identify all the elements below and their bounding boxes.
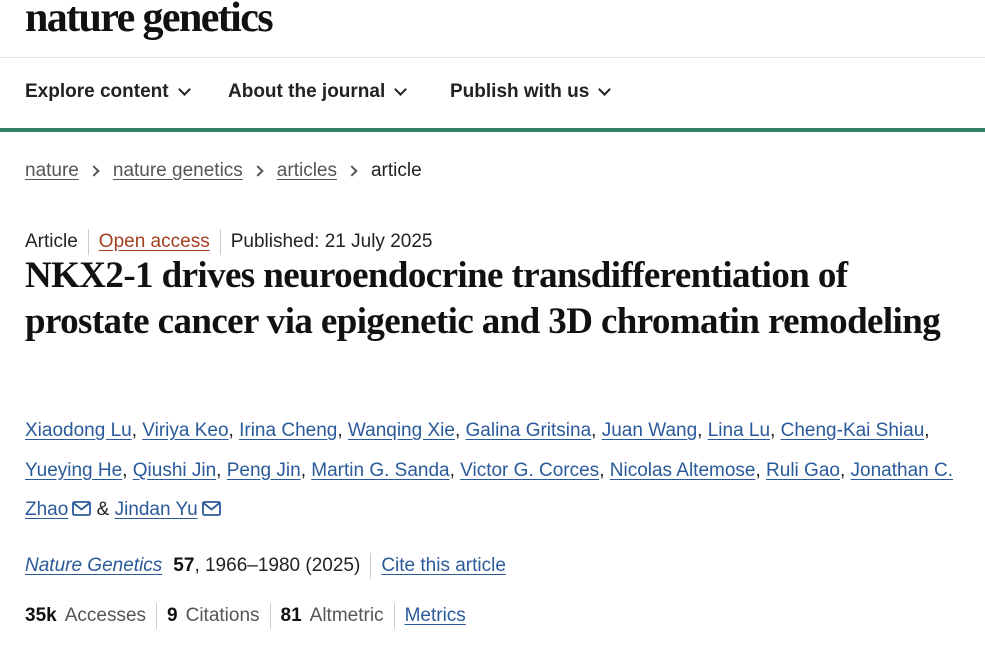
author-separator: ,	[449, 459, 455, 481]
author-link[interactable]: Victor G. Corces	[460, 460, 599, 481]
chevron-down-icon	[394, 82, 408, 96]
chevron-right-icon	[252, 165, 264, 177]
mail-icon[interactable]	[201, 491, 221, 531]
divider	[393, 603, 395, 629]
nav-label: Explore content	[25, 81, 169, 102]
author-list: Xiaodong Lu, Viriya Keo, Irina Cheng, Wa…	[25, 411, 975, 531]
divider	[219, 229, 221, 255]
metrics-row: 35k Accesses 9 Citations 81 Altmetric Me…	[25, 603, 466, 629]
article-meta: Article Open access Published: 21 July 2…	[25, 229, 432, 255]
author-separator: ,	[216, 459, 222, 481]
chevron-down-icon	[177, 82, 191, 96]
altmetric-value: 81	[280, 605, 302, 626]
author-separator: ,	[770, 420, 776, 441]
author-link[interactable]: Viriya Keo	[142, 420, 228, 441]
chevron-right-icon	[88, 165, 100, 177]
breadcrumb-articles[interactable]: articles	[277, 160, 337, 182]
author-separator: ,	[924, 420, 930, 441]
nav-explore-content[interactable]: Explore content	[25, 81, 191, 103]
author-link[interactable]: Juan Wang	[602, 420, 697, 441]
author-link[interactable]: Qiushi Jin	[133, 460, 216, 481]
breadcrumb-nature[interactable]: nature	[25, 160, 79, 182]
author-separator: ,	[755, 459, 761, 481]
cite-article-link[interactable]: Cite this article	[381, 555, 506, 577]
divider	[370, 553, 372, 579]
author-link[interactable]: Yueying He	[25, 460, 122, 481]
breadcrumb-current: article	[370, 160, 422, 181]
author-link[interactable]: Cheng-Kai Shiau	[781, 420, 925, 441]
pages-year: , 1966–1980 (2025)	[194, 555, 361, 576]
article-type: Article	[25, 231, 78, 252]
volume: 57	[173, 555, 195, 576]
divider	[269, 603, 271, 629]
article-title: NKX2-1 drives neuroendocrine transdiffer…	[25, 255, 941, 342]
author-link[interactable]: Lina Lu	[708, 420, 770, 441]
author-link[interactable]: Wanqing Xie	[348, 420, 455, 441]
nav-label: Publish with us	[450, 81, 590, 102]
nav-publish-with-us[interactable]: Publish with us	[450, 81, 612, 103]
site-header: nature genetics	[0, 0, 985, 58]
author-separator: ,	[454, 420, 461, 441]
nav-about-journal[interactable]: About the journal	[228, 81, 408, 103]
author-link[interactable]: Jindan Yu	[115, 499, 198, 520]
journal-logo[interactable]: nature genetics	[25, 0, 274, 42]
author-link[interactable]: Nicolas Altemose	[610, 460, 756, 481]
accesses-value: 35k	[25, 605, 57, 626]
author-link[interactable]: Martin G. Sanda	[311, 460, 449, 481]
author-separator: ,	[337, 420, 343, 441]
author-link[interactable]: Ruli Gao	[766, 460, 840, 481]
published-date: Published: 21 July 2025	[230, 231, 433, 252]
journal-link[interactable]: Nature Genetics	[25, 555, 162, 577]
breadcrumb-nature-genetics[interactable]: nature genetics	[113, 160, 243, 182]
chevron-right-icon	[346, 165, 358, 177]
breadcrumb: nature nature genetics articles article	[25, 160, 422, 182]
accesses-label: Accesses	[64, 605, 147, 626]
nav-label: About the journal	[228, 81, 386, 102]
divider	[156, 603, 158, 629]
author-link[interactable]: Xiaodong Lu	[25, 420, 132, 441]
author-separator: ,	[131, 420, 137, 441]
metrics-link[interactable]: Metrics	[405, 605, 466, 627]
nav-accent-bar	[0, 128, 985, 132]
author-link[interactable]: Peng Jin	[227, 460, 301, 481]
open-access-link[interactable]: Open access	[99, 231, 210, 253]
author-separator: ,	[591, 420, 597, 441]
author-separator: ,	[122, 459, 128, 481]
divider	[87, 229, 89, 255]
main-nav: Explore content About the journal Publis…	[0, 58, 985, 128]
author-separator: ,	[697, 420, 703, 441]
author-separator: ,	[300, 459, 306, 481]
mail-icon[interactable]	[72, 491, 92, 531]
author-link[interactable]: Irina Cheng	[239, 420, 337, 441]
citation-row: Nature Genetics 57 , 1966–1980 (2025) Ci…	[25, 553, 506, 579]
author-conjunction: &	[96, 499, 110, 520]
author-link[interactable]: Galina Gritsina	[466, 420, 592, 441]
altmetric-label: Altmetric	[309, 605, 384, 626]
author-separator: ,	[228, 420, 234, 441]
citations-value: 9	[167, 605, 178, 626]
author-separator: ,	[839, 459, 846, 481]
author-separator: ,	[599, 459, 605, 481]
chevron-down-icon	[598, 82, 612, 96]
citations-label: Citations	[185, 605, 260, 626]
